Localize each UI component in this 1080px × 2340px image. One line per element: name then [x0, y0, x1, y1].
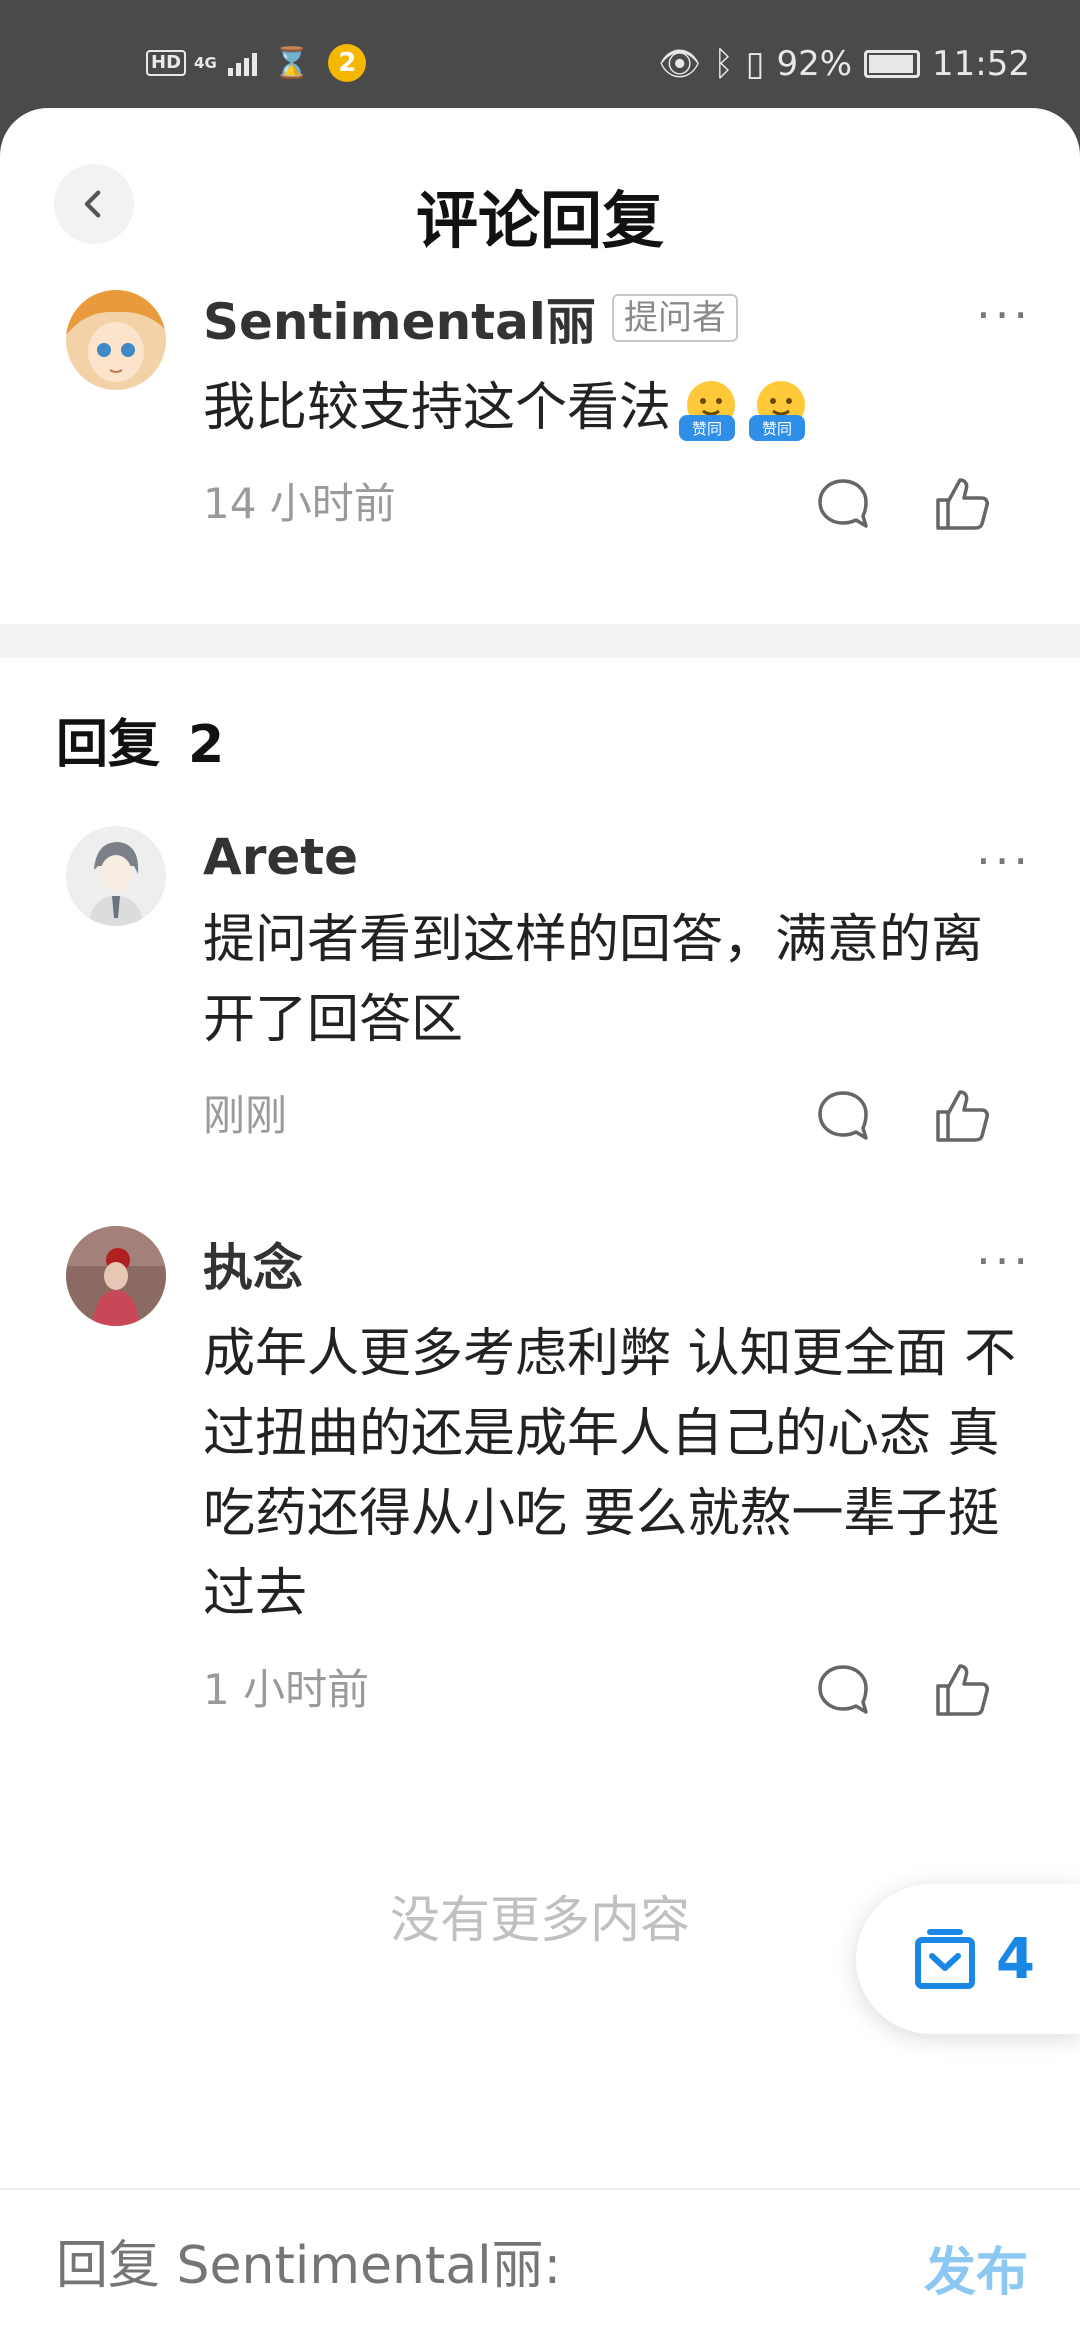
inbox-icon: [915, 1929, 975, 1989]
agree-emoji-icon: 赞同: [677, 379, 741, 443]
reply-meta: 1 小时前: [203, 1650, 1020, 1730]
comment-meta: 14 小时前: [203, 464, 1020, 544]
hourglass-icon: ⌛: [273, 45, 311, 81]
clock: 11:52: [932, 44, 1030, 84]
reply-item: Arete ··· 提问者看到这样的回答，满意的离开了回答区 刚刚: [0, 826, 1080, 1156]
avatar[interactable]: [66, 826, 166, 926]
more-options-button[interactable]: ···: [976, 1234, 1032, 1288]
status-right: 👁 ᛒ ▯ 92% 11:52: [658, 44, 1030, 84]
collection-count: 4: [996, 1926, 1035, 1992]
publish-button[interactable]: 发布: [924, 2230, 1028, 2305]
hd-indicator: HD: [146, 50, 187, 76]
section-divider: [0, 624, 1080, 658]
more-options-button[interactable]: ···: [976, 834, 1032, 888]
reply-item: 执念 ··· 成年人更多考虑利弊 认知更全面 不过扭曲的还是成年人自己的心态 真…: [0, 1226, 1080, 1730]
like-thumb-icon[interactable]: [932, 474, 992, 534]
reply-bubble-icon[interactable]: [816, 1090, 870, 1142]
reply-author[interactable]: 执念: [203, 1228, 1020, 1300]
username[interactable]: Sentimental丽: [203, 282, 596, 354]
page-title: 评论回复: [415, 184, 664, 257]
comment-time: 14 小时前: [203, 479, 396, 528]
username[interactable]: Arete: [203, 828, 358, 886]
reply-author[interactable]: Arete: [203, 828, 1020, 886]
emoji-label: 赞同: [762, 420, 792, 438]
reply-meta: 刚刚: [203, 1076, 1020, 1156]
reply-text: 提问者看到这样的回答，满意的离开了回答区: [203, 910, 984, 1050]
like-thumb-icon[interactable]: [932, 1660, 992, 1720]
star-badge-icon: 2: [328, 44, 367, 82]
like-thumb-icon[interactable]: [932, 1086, 992, 1146]
comment-text: 我比较支持这个看法赞同 赞同: [203, 368, 1020, 448]
reply-time: 刚刚: [203, 1091, 288, 1140]
network-type: 4G: [194, 53, 217, 72]
asker-badge: 提问者: [611, 294, 738, 342]
comment-sheet: 评论回复 Sentimental丽 提问者 ··· 我比较支持这个看法赞同 赞同 …: [0, 108, 1080, 2340]
replies-label: 回复: [56, 715, 161, 775]
collection-float-button[interactable]: 4: [856, 1884, 1080, 2034]
reply-time: 1 小时前: [203, 1665, 370, 1714]
bluetooth-icon: ᛒ: [713, 44, 734, 84]
battery-icon: [864, 50, 921, 78]
agree-emoji-icon: 赞同: [747, 379, 811, 443]
replies-count: 2: [188, 715, 225, 775]
main-comment: Sentimental丽 提问者 ··· 我比较支持这个看法赞同 赞同 14 小时…: [0, 282, 1080, 544]
avatar[interactable]: [66, 290, 166, 390]
signal-icon: [228, 50, 258, 76]
reply-bubble-icon[interactable]: [816, 478, 870, 530]
battery-percent: 92%: [776, 44, 853, 84]
comment-body: 我比较支持这个看法: [203, 378, 672, 438]
replies-header: 回复 2: [0, 658, 1080, 828]
reply-bubble-icon[interactable]: [816, 1664, 870, 1716]
header: 评论回复: [0, 108, 1080, 268]
reply-text: 成年人更多考虑利弊 认知更全面 不过扭曲的还是成年人自己的心态 真吃药还得从小吃…: [203, 1324, 1017, 1624]
avatar[interactable]: [66, 1226, 166, 1326]
more-options-button[interactable]: ···: [976, 288, 1032, 342]
reply-bar: 发布: [0, 2188, 1080, 2340]
status-left: HD 4G ⌛ 2: [146, 44, 367, 82]
emoji-label: 赞同: [692, 420, 722, 438]
status-bar: HD 4G ⌛ 2 👁 ᛒ ▯ 92% 11:52: [0, 0, 1080, 108]
eye-icon: 👁: [658, 44, 702, 84]
reply-input[interactable]: [56, 2226, 856, 2306]
username[interactable]: 执念: [203, 1228, 303, 1300]
vibrate-icon: ▯: [745, 44, 765, 84]
comment-author[interactable]: Sentimental丽 提问者: [203, 282, 1020, 354]
